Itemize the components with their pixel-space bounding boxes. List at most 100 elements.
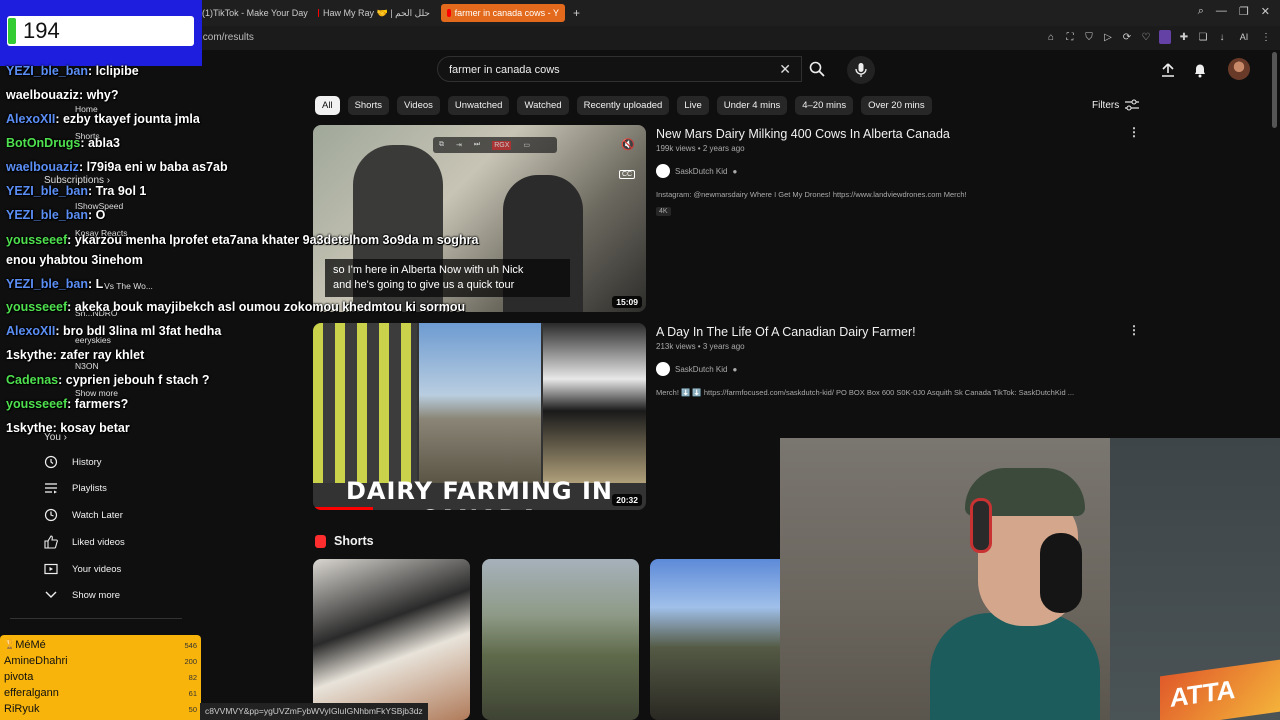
sidebar-item-label: Playlists [72, 482, 107, 494]
channel-link[interactable]: SaskDutch Kid ● [656, 164, 737, 178]
sidebar-item-channel[interactable]: ...Vs The Wo... [97, 281, 153, 291]
counter-display: 194 [7, 16, 194, 46]
puzzle-icon[interactable]: ✚ [1178, 30, 1190, 44]
chat-message: YEZI_ble_ban: Tra 9ol 1 [6, 184, 146, 198]
ai-icon[interactable]: AI [1235, 30, 1253, 44]
filter-chip[interactable]: Live [677, 96, 709, 115]
url-text[interactable]: .com/results [200, 32, 254, 43]
youtube-icon [447, 9, 451, 17]
rgx-button[interactable]: RGX [492, 140, 512, 150]
miniplayer-icon[interactable]: ⧉ [439, 141, 444, 149]
new-tab-button[interactable]: + [567, 4, 581, 22]
video-thumbnail[interactable]: DAIRY FARMING IN CANADA 20:32 [313, 323, 646, 510]
play-icon[interactable]: ▷ [1102, 30, 1114, 44]
microphone-icon [855, 63, 867, 77]
chat-text: : L [87, 277, 104, 291]
chat-username: BotOnDrugs [6, 136, 81, 150]
filter-chip[interactable]: Videos [397, 96, 440, 115]
sidebar-item-your-videos[interactable]: Your videos [44, 562, 121, 576]
short-thumbnail[interactable] [650, 559, 780, 720]
leaderboard-name: MéMé [15, 639, 46, 651]
share-icon[interactable]: ⇥ [456, 141, 462, 149]
status-bar-url: c8VVMVY&pp=ygUVZmFybWVyIGluIGNhbmFkYSBjb… [200, 703, 428, 720]
tab-farmer-in-canada[interactable]: farmer in canada cows - Y [441, 4, 565, 22]
window-controls: ⌕ — ❐ ✕ [1198, 5, 1270, 18]
sidebar-item-history[interactable]: History [44, 455, 102, 469]
video-title[interactable]: A Day In The Life Of A Canadian Dairy Fa… [656, 325, 916, 339]
search-input[interactable]: farmer in canada cows ✕ [437, 56, 802, 82]
avatar[interactable] [1228, 58, 1250, 80]
filter-chip[interactable]: Recently uploaded [576, 96, 670, 115]
tab-tiktok[interactable]: (1)TikTok - Make Your Day [196, 4, 308, 22]
leaderboard-name: AmineDhahri [4, 655, 68, 667]
leaderboard-name: RiRyuk [4, 703, 40, 715]
chat-username: AlexoXII [6, 112, 56, 126]
chat-message: 1skythe: kosay betar [6, 421, 130, 435]
clear-search-icon[interactable]: ✕ [779, 61, 791, 78]
chevron-down-icon [44, 588, 58, 602]
menu-icon[interactable]: ⋮ [1260, 30, 1272, 44]
video-description: Instagram: @newmarsdairy Where I Get My … [656, 190, 967, 199]
twitch-icon[interactable] [1159, 30, 1171, 44]
filter-chip[interactable]: Unwatched [447, 96, 510, 115]
cows-image [543, 323, 646, 483]
milking-machines-image [313, 323, 417, 483]
short-thumbnail[interactable] [313, 559, 470, 720]
sidebar-item-watch-later[interactable]: Watch Later [44, 508, 123, 522]
your-videos-icon [44, 562, 58, 576]
close-icon[interactable]: ✕ [1261, 5, 1270, 18]
shield-icon[interactable]: ⛉ [1083, 30, 1095, 44]
channel-link[interactable]: SaskDutch Kid ● [656, 362, 737, 376]
search-tabs-icon[interactable]: ⌕ [1198, 5, 1204, 18]
shorts-section-header: Shorts [315, 534, 374, 548]
voice-search-button[interactable] [847, 56, 875, 84]
restore-icon[interactable]: ❐ [1239, 5, 1249, 18]
sidebar-show-more[interactable]: Show more [44, 588, 120, 602]
video-title[interactable]: New Mars Dairy Milking 400 Cows In Alber… [656, 127, 950, 141]
filter-chip[interactable]: Under 4 mins [716, 96, 788, 115]
screenshot-icon[interactable]: ⛶ [1064, 30, 1076, 44]
chat-username: AlexoXII [6, 324, 56, 338]
more-actions-icon[interactable]: ⋮ [1128, 323, 1140, 337]
filter-chip[interactable]: 4–20 mins [795, 96, 854, 115]
chat-text: : lclipibe [87, 64, 139, 78]
copy-icon[interactable]: ❏ [1197, 30, 1209, 44]
sliders-icon [1125, 99, 1140, 111]
notifications-button[interactable] [1190, 60, 1210, 80]
filter-chip[interactable]: All [315, 96, 340, 115]
refresh-icon[interactable]: ⟳ [1121, 30, 1133, 44]
search-query: farmer in canada cows [449, 64, 560, 76]
chat-username: yousseeef [6, 397, 68, 411]
sidebar-item-playlists[interactable]: Playlists [44, 481, 107, 495]
filter-chip[interactable]: Shorts [347, 96, 390, 115]
scrollbar-thumb[interactable] [1272, 52, 1277, 128]
minimize-icon[interactable]: — [1216, 5, 1227, 18]
filters-button[interactable]: Filters [1092, 99, 1140, 111]
tab-label: farmer in canada cows - Y [454, 8, 559, 18]
search-button[interactable] [802, 56, 832, 82]
filter-chip[interactable]: Over 20 mins [861, 96, 932, 115]
tab-haw-my-ray[interactable]: Haw My Ray 🤝 | حلل الحم [312, 4, 436, 22]
chat-username: yousseeef [6, 233, 68, 247]
chat-message: YEZI_ble_ban: lclipibe [6, 64, 139, 78]
sidebar-item-liked-videos[interactable]: Liked videos [44, 535, 125, 549]
chat-text: : ykarzou menha lprofet eta7ana khater 9… [67, 233, 479, 247]
theater-icon[interactable]: ▭ [523, 141, 530, 149]
mute-icon[interactable]: 🔇 [621, 138, 635, 151]
tab-label: Haw My Ray 🤝 | حلل الحم [323, 7, 430, 18]
heart-icon[interactable]: ♡ [1140, 30, 1152, 44]
chat-message: AlexoXII: bro bdl 3lina ml 3fat hedha [6, 324, 221, 338]
video-meta: 199k views • 2 years ago [656, 144, 745, 153]
short-thumbnail[interactable] [482, 559, 639, 720]
upload-button[interactable] [1158, 60, 1178, 80]
channel-avatar [656, 362, 670, 376]
video-thumbnail[interactable]: ⧉ ⇥ ⏭ RGX ▭ 🔇 CC so I'm here in Alberta … [313, 125, 646, 312]
download-icon[interactable]: ↓ [1216, 30, 1228, 44]
next-icon[interactable]: ⏭ [474, 141, 480, 149]
more-actions-icon[interactable]: ⋮ [1128, 125, 1140, 139]
bookmark-icon[interactable]: ⌂ [1045, 30, 1057, 44]
cc-icon[interactable]: CC [619, 170, 636, 179]
chat-text: : l79i9a eni w baba as7ab [78, 160, 228, 174]
filter-chip[interactable]: Watched [517, 96, 569, 115]
sidebar-item-channel[interactable]: N3ON [75, 361, 99, 371]
